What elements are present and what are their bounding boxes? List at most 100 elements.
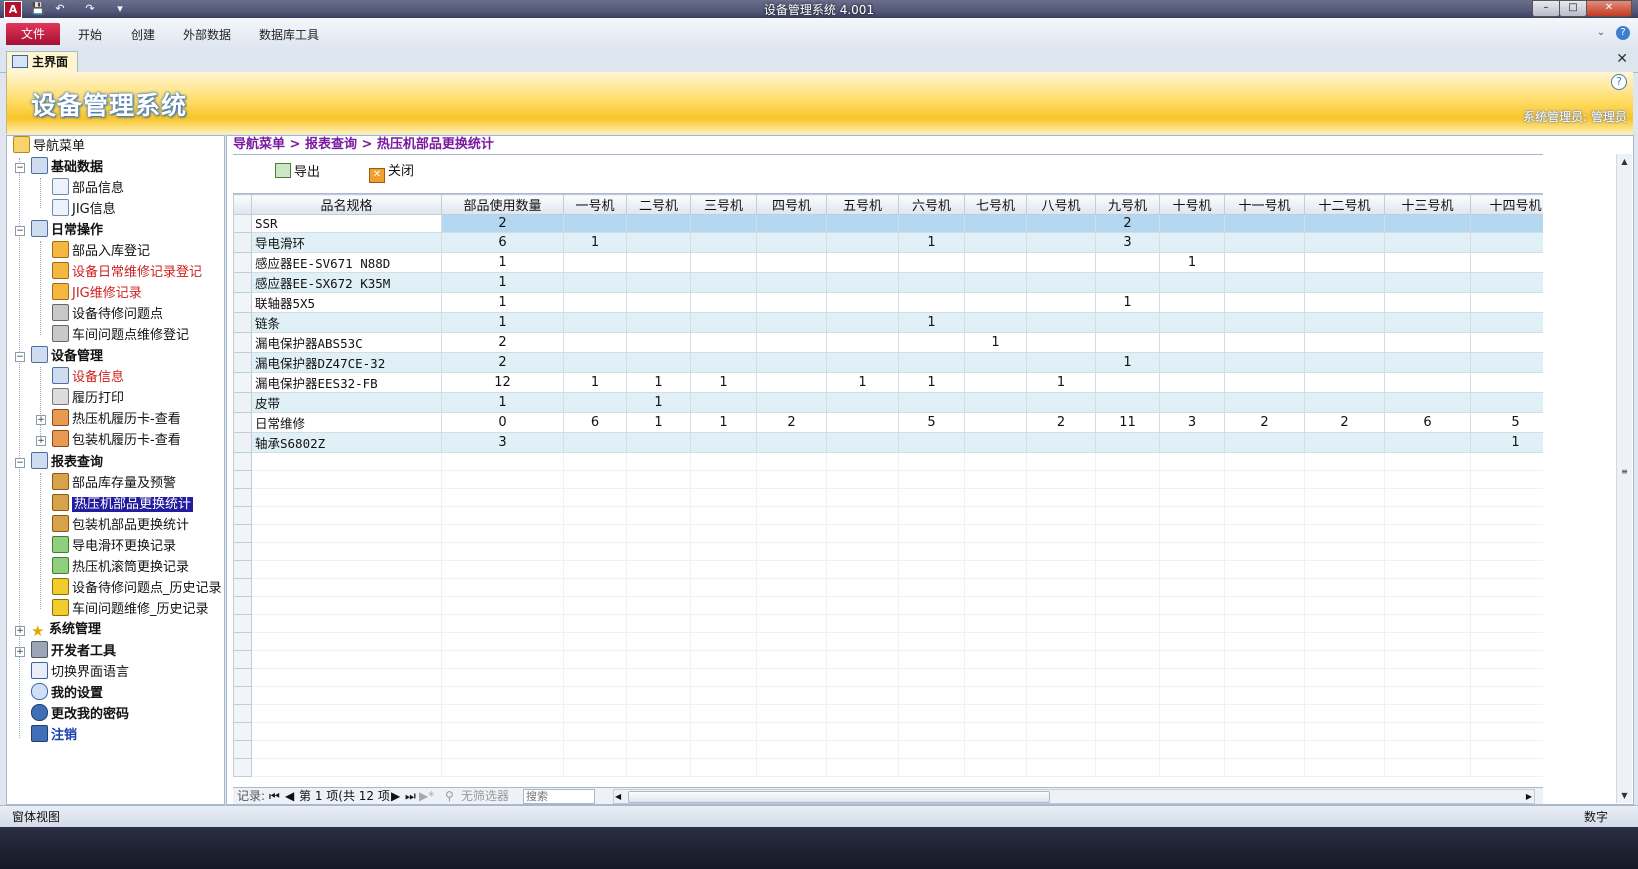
count-cell[interactable] (898, 392, 965, 413)
count-cell[interactable] (1384, 432, 1471, 453)
nav-item-parts-inbound[interactable]: 部品入库登记 (52, 241, 150, 261)
table-row[interactable]: 漏电保护器EES32-FB 12 1 1 1 1 1 1 (233, 372, 1543, 393)
nav-item-daily-repair-log[interactable]: 设备日常维修记录登记 (52, 262, 202, 282)
count-cell[interactable] (1470, 372, 1543, 393)
count-cell[interactable] (1470, 252, 1543, 273)
count-cell[interactable] (1384, 272, 1471, 293)
count-cell[interactable] (826, 352, 899, 373)
row-selector[interactable] (233, 332, 252, 353)
count-cell[interactable] (1095, 272, 1160, 293)
count-cell[interactable] (563, 432, 627, 453)
count-cell[interactable] (1224, 352, 1305, 373)
count-cell[interactable] (1384, 214, 1471, 233)
column-header[interactable]: 五号机 (826, 194, 899, 215)
column-header[interactable]: 品名规格 (251, 194, 442, 215)
count-cell[interactable]: 1 (441, 292, 564, 313)
column-header[interactable]: 十四号机 (1470, 194, 1543, 215)
count-cell[interactable] (1304, 392, 1385, 413)
count-cell[interactable] (1026, 214, 1096, 233)
count-cell[interactable]: 1 (441, 392, 564, 413)
nav-item-press-parts-stats[interactable]: 热压机部品更换统计 (52, 494, 195, 514)
count-cell[interactable] (898, 332, 965, 353)
count-cell[interactable] (1224, 372, 1305, 393)
ribbon-minimize-icon[interactable]: ⌄ (1594, 26, 1608, 40)
count-cell[interactable]: 1 (826, 372, 899, 393)
table-row[interactable]: 链条 1 1 (233, 312, 1543, 333)
next-record-icon[interactable]: ▶ (391, 788, 400, 804)
column-header[interactable]: 一号机 (563, 194, 627, 215)
count-cell[interactable] (826, 392, 899, 413)
part-name-cell[interactable]: 联轴器5X5 (251, 292, 442, 313)
part-name-cell[interactable]: 轴承S6802Z (251, 432, 442, 453)
count-cell[interactable] (1159, 352, 1225, 373)
count-cell[interactable] (898, 432, 965, 453)
prev-record-icon[interactable]: ◀ (285, 788, 294, 804)
count-cell[interactable]: 3 (1159, 412, 1225, 433)
nav-item-history-print[interactable]: 履历打印 (52, 388, 124, 408)
count-cell[interactable] (1159, 432, 1225, 453)
count-cell[interactable] (1304, 252, 1385, 273)
part-name-cell[interactable]: 感应器EE-SV671 N88D (251, 252, 442, 273)
count-cell[interactable] (563, 252, 627, 273)
count-cell[interactable] (1159, 372, 1225, 393)
count-cell[interactable] (690, 332, 757, 353)
count-cell[interactable] (1026, 432, 1096, 453)
select-all-corner[interactable] (233, 194, 252, 215)
nav-item-pack-history-card[interactable]: 包装机履历卡-查看 (52, 430, 181, 450)
count-cell[interactable] (756, 312, 827, 333)
count-cell[interactable] (964, 214, 1027, 233)
nav-item-switch-language[interactable]: 切换界面语言 (31, 662, 129, 682)
count-cell[interactable] (563, 272, 627, 293)
new-record-icon[interactable]: ▶* (419, 788, 434, 804)
count-cell[interactable] (1095, 332, 1160, 353)
table-row[interactable]: 漏电保护器DZ47CE-32 2 1 (233, 352, 1543, 373)
count-cell[interactable]: 1 (690, 412, 757, 433)
count-cell[interactable] (1470, 352, 1543, 373)
column-header[interactable]: 十号机 (1159, 194, 1225, 215)
count-cell[interactable]: 2 (1224, 412, 1305, 433)
count-cell[interactable] (626, 432, 691, 453)
collapse-toggle-daily[interactable]: − (15, 226, 25, 236)
count-cell[interactable] (1095, 432, 1160, 453)
count-cell[interactable] (1224, 332, 1305, 353)
count-cell[interactable] (690, 214, 757, 233)
no-filter-icon[interactable]: ⚲ (445, 788, 454, 804)
count-cell[interactable] (1304, 292, 1385, 313)
count-cell[interactable] (964, 352, 1027, 373)
count-cell[interactable] (1026, 292, 1096, 313)
nav-item-parts-info[interactable]: 部品信息 (52, 178, 124, 198)
count-cell[interactable]: 2 (756, 412, 827, 433)
row-selector[interactable] (233, 352, 252, 373)
scroll-up-icon[interactable]: ▲ (1617, 154, 1632, 169)
count-cell[interactable]: 1 (1095, 352, 1160, 373)
nav-group-dev-tools[interactable]: 开发者工具 (31, 641, 116, 661)
count-cell[interactable] (756, 432, 827, 453)
count-cell[interactable]: 3 (1095, 232, 1160, 253)
horizontal-scroll-thumb[interactable] (628, 791, 1050, 803)
tab-external-data[interactable]: 外部数据 (183, 24, 231, 46)
maximize-button[interactable]: □ (1559, 0, 1587, 17)
count-cell[interactable] (1159, 332, 1225, 353)
count-cell[interactable] (563, 214, 627, 233)
count-cell[interactable] (756, 292, 827, 313)
scroll-left-icon[interactable]: ◀ (615, 790, 621, 803)
count-cell[interactable] (898, 214, 965, 233)
count-cell[interactable] (1384, 312, 1471, 333)
no-filter-label[interactable]: 无筛选器 (461, 788, 509, 804)
count-cell[interactable]: 6 (1384, 412, 1471, 433)
count-cell[interactable] (626, 332, 691, 353)
count-cell[interactable] (1470, 214, 1543, 233)
count-cell[interactable] (1026, 332, 1096, 353)
count-cell[interactable] (1026, 252, 1096, 273)
count-cell[interactable]: 1 (626, 372, 691, 393)
nav-group-reports[interactable]: 报表查询 (31, 452, 103, 472)
count-cell[interactable] (1026, 232, 1096, 253)
record-position[interactable]: 第 1 项(共 12 项 (299, 788, 390, 804)
count-cell[interactable] (1304, 332, 1385, 353)
count-cell[interactable]: 1 (626, 392, 691, 413)
collapse-toggle-basic[interactable]: − (15, 163, 25, 173)
count-cell[interactable]: 12 (441, 372, 564, 393)
count-cell[interactable] (690, 292, 757, 313)
count-cell[interactable] (756, 352, 827, 373)
part-name-cell[interactable]: 皮带 (251, 392, 442, 413)
